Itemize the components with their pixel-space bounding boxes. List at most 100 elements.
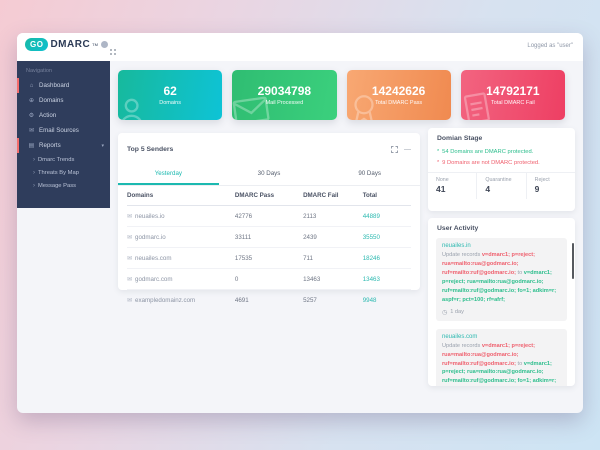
total-value[interactable]: 35550: [363, 227, 411, 247]
sidebar-subitem-label: Message Pass: [38, 183, 76, 189]
stat-value: 41: [436, 184, 468, 194]
fail-value: 5257: [303, 290, 363, 310]
sidebar-subitem-threats-by-map[interactable]: › Threats By Map: [17, 166, 110, 179]
sidebar-item-label: Email Sources: [39, 127, 79, 134]
panel-title: Domian Stage: [428, 128, 575, 146]
col-header-dmarc-pass: DMARC Pass: [235, 186, 303, 205]
pass-value: 17535: [235, 248, 303, 268]
logged-in-user-label[interactable]: Logged as "user": [527, 43, 573, 49]
sidebar-subitem-dmarc-trends[interactable]: › Dmarc Trends: [17, 153, 110, 166]
sidebar-item-domains[interactable]: ⊕ Domains: [17, 93, 110, 108]
stat-label: Mail Processed: [266, 100, 304, 106]
sidebar-item-reports[interactable]: ▤ Reports ▾: [17, 138, 110, 153]
panel-title: User Activity: [428, 218, 575, 238]
collapse-icon[interactable]: —: [404, 146, 411, 153]
stat-label: Total DMARC Fail: [491, 100, 535, 106]
stat-card-mail-processed[interactable]: 29034798 Mail Processed: [232, 70, 336, 120]
trademark-label: TM: [92, 42, 98, 47]
pass-value: 42776: [235, 206, 303, 226]
stat-card-domains[interactable]: 62 Domains: [118, 70, 222, 120]
status-mark-icon: *: [437, 160, 439, 166]
stat-value: 62: [163, 84, 176, 98]
stat-label: None: [436, 177, 468, 183]
senders-table: Domains DMARC Pass DMARC Fail Total ✉neu…: [118, 186, 420, 310]
tab-30-days[interactable]: 30 Days: [219, 165, 320, 185]
table-row: ✉godmarc.com 0 13463 13463: [127, 269, 411, 290]
pass-value: 4691: [235, 290, 303, 310]
stat-card-dmarc-fail[interactable]: 14792171 Total DMARC Fail: [461, 70, 565, 120]
sidebar-item-email-sources[interactable]: ✉ Email Sources: [17, 123, 110, 138]
activity-domain-link[interactable]: neuailes.com: [442, 334, 561, 340]
clock-icon: ◷: [442, 309, 447, 316]
stat-label: Reject: [535, 177, 567, 183]
sidebar-item-label: Reports: [39, 142, 61, 149]
email-sources-icon: ✉: [28, 127, 35, 134]
godmarc-logo[interactable]: GO DMARC TM: [25, 38, 108, 51]
stat-cards-row: 62 Domains 29034798 Mail Processed 14242…: [118, 70, 565, 120]
col-header-domains: Domains: [127, 186, 235, 205]
stat-value: 9: [535, 184, 567, 194]
scrollbar[interactable]: [572, 243, 575, 279]
sidebar-item-action[interactable]: ⚙ Action: [17, 108, 110, 123]
nav-section-label: Navigation: [17, 66, 110, 78]
stat-label: Total DMARC Pass: [375, 100, 422, 106]
chevron-right-icon: ›: [33, 157, 35, 163]
senders-tabs: Yesterday 30 Days 90 Days: [118, 165, 420, 186]
sidebar-item-label: Action: [39, 112, 56, 119]
fail-value: 711: [303, 248, 363, 268]
reports-icon: ▤: [28, 142, 35, 149]
fail-value: 13463: [303, 269, 363, 289]
envelope-icon: ✉: [127, 234, 132, 241]
table-row: ✉godmarc.io 33111 2439 35550: [127, 227, 411, 248]
domain-stage-panel: Domian Stage *54 Domains are DMARC prote…: [428, 128, 575, 211]
col-header-total: Total: [363, 186, 411, 205]
expand-icon[interactable]: [391, 140, 398, 158]
document-icon: [461, 92, 493, 120]
logo-text: DMARC: [50, 39, 90, 50]
stat-card-dmarc-pass[interactable]: 14242626 Total DMARC Pass: [347, 70, 451, 120]
total-value[interactable]: 44889: [363, 206, 411, 226]
domain-link[interactable]: godmarc.io: [135, 234, 166, 241]
stat-none: None 41: [428, 173, 476, 199]
table-row: ✉neuailes.io 42776 2113 44889: [127, 206, 411, 227]
tab-90-days[interactable]: 90 Days: [319, 165, 420, 185]
status-mark-icon: *: [437, 149, 439, 155]
sidebar-subitem-label: Dmarc Trends: [38, 157, 74, 163]
sidebar-item-label: Dashboard: [39, 82, 69, 89]
envelope-icon: ✉: [127, 276, 132, 283]
total-value[interactable]: 13463: [363, 269, 411, 289]
activity-item: neuailes.in Update records v=dmarc1; p=r…: [436, 238, 567, 321]
action-icon: ⚙: [28, 112, 35, 119]
sidebar-subitem-message-pass[interactable]: › Message Pass: [17, 179, 110, 192]
stat-reject: Reject 9: [526, 173, 575, 199]
activity-text: Update records v=dmarc1; p=reject; rua=m…: [442, 342, 561, 386]
activity-domain-link[interactable]: neuailes.in: [442, 243, 561, 249]
tab-yesterday[interactable]: Yesterday: [118, 165, 219, 185]
activity-text: Update records v=dmarc1; p=reject; rua=m…: [442, 251, 561, 305]
panel-title: Top 5 Senders: [127, 146, 173, 153]
total-value[interactable]: 18246: [363, 248, 411, 268]
user-activity-panel: User Activity neuailes.in Update records…: [428, 218, 575, 386]
award-icon: [347, 92, 381, 120]
sidebar-item-dashboard[interactable]: ⌂ Dashboard: [17, 78, 110, 93]
pass-value: 0: [235, 269, 303, 289]
domain-link[interactable]: godmarc.com: [135, 276, 172, 283]
not-protected-status-line: *9 Domains are not DMARC protected.: [428, 157, 575, 168]
activity-item: neuailes.com Update records v=dmarc1; p=…: [436, 329, 567, 386]
domain-link[interactable]: neuailes.com: [135, 255, 171, 262]
chevron-right-icon: ›: [33, 170, 35, 176]
domain-link[interactable]: exampledomainz.com: [135, 297, 195, 304]
envelope-icon: ✉: [127, 255, 132, 262]
col-header-dmarc-fail: DMARC Fail: [303, 186, 363, 205]
chevron-down-icon: ▾: [101, 143, 104, 149]
protected-status-line: *54 Domains are DMARC protected.: [428, 146, 575, 157]
envelope-icon: ✉: [127, 213, 132, 220]
page-background: GO DMARC TM Logged as "user" Navigation …: [0, 0, 600, 450]
total-value[interactable]: 9948: [363, 290, 411, 310]
envelope-icon: [232, 94, 270, 120]
chevron-right-icon: ›: [33, 183, 35, 189]
menu-grid-icon[interactable]: [109, 43, 117, 61]
activity-timestamp: ◷ 1 day: [442, 309, 561, 316]
domain-link[interactable]: neuailes.io: [135, 213, 165, 220]
fail-value: 2113: [303, 206, 363, 226]
